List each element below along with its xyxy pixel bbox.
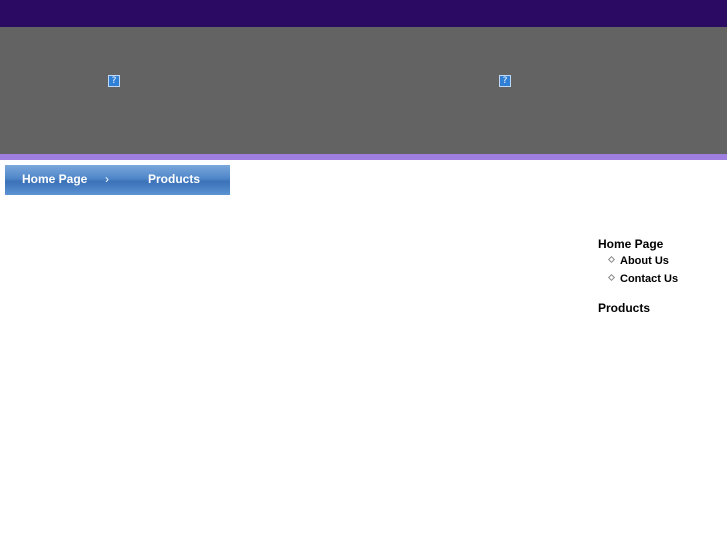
side-nav-products-link[interactable]: Products <box>598 301 650 315</box>
side-nav-home-link[interactable]: Home Page <box>598 237 663 251</box>
side-nav-contact-us-label: Contact Us <box>620 273 679 285</box>
side-nav-about-us-link[interactable]: About Us <box>607 255 669 267</box>
side-nav-about-us-label: About Us <box>620 255 669 267</box>
broken-image-icon: ? <box>499 75 511 87</box>
breadcrumb-home-link[interactable]: Home Page <box>22 165 87 195</box>
header-banner: ? ? <box>0 27 727 154</box>
broken-image-icon: ? <box>108 75 120 87</box>
side-nav-contact-us-link[interactable]: Contact Us <box>607 273 679 285</box>
bullet-icon <box>607 273 616 281</box>
breadcrumb: Home Page › Products <box>5 165 230 195</box>
bullet-icon <box>607 255 616 263</box>
page: ? ? Home Page › Products Home Page About… <box>0 0 727 545</box>
top-bar <box>0 0 727 27</box>
breadcrumb-separator-icon: › <box>105 172 109 186</box>
accent-divider <box>0 154 727 160</box>
breadcrumb-products-link[interactable]: Products <box>148 165 200 195</box>
